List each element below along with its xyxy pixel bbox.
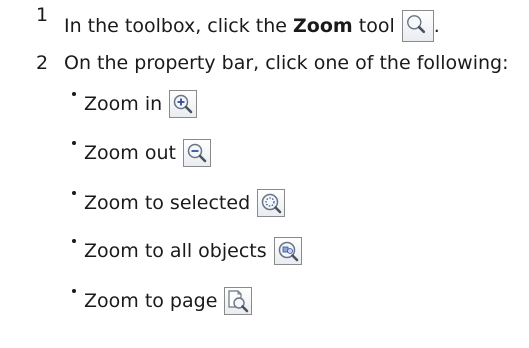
step-number-2: 2 [36, 52, 49, 74]
bullet [72, 191, 76, 195]
step-2-text: On the property bar, click one of the fo… [64, 52, 509, 74]
step-1-end-punct: . [433, 15, 440, 37]
option-label: Zoom in [84, 93, 163, 115]
option-label: Zoom out [84, 142, 176, 164]
option-zoom-to-selected: Zoom to selected [84, 189, 286, 217]
step-1-bold-zoom: Zoom [293, 15, 353, 37]
zoom-out-icon [182, 139, 211, 167]
zoom-to-selected-icon [257, 189, 286, 217]
step-1-text-before: In the toolbox, click the [64, 15, 287, 37]
bullet [72, 92, 76, 96]
zoom-tool-icon [401, 10, 434, 42]
option-label: Zoom to page [84, 290, 218, 312]
zoom-to-all-objects-icon [273, 237, 302, 265]
step-1-text: In the toolbox, click the Zoom tool . [64, 10, 440, 42]
option-label: Zoom to selected [84, 192, 251, 214]
option-zoom-in: Zoom in [84, 90, 198, 118]
option-zoom-out: Zoom out [84, 139, 211, 167]
bullet [72, 289, 76, 293]
step-1-text-after: tool [358, 15, 395, 37]
zoom-to-page-icon [224, 287, 253, 315]
bullet [72, 141, 76, 145]
step-number-1: 1 [36, 4, 49, 26]
option-label: Zoom to all objects [84, 240, 267, 262]
zoom-in-icon [169, 90, 198, 118]
option-zoom-to-all-objects: Zoom to all objects [84, 237, 302, 265]
bullet [72, 239, 76, 243]
option-zoom-to-page: Zoom to page [84, 287, 253, 315]
